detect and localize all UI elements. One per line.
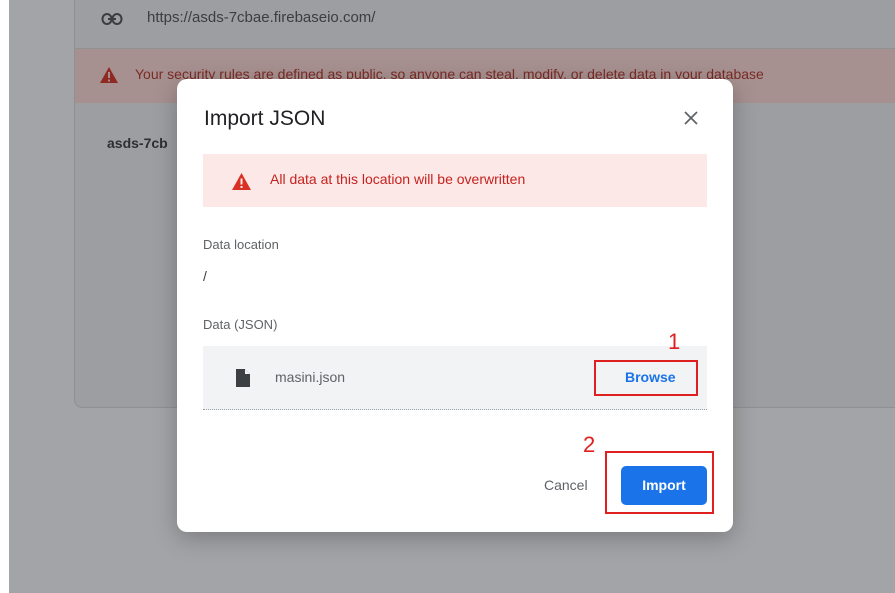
alert-text: All data at this location will be overwr… <box>270 171 526 187</box>
annotation-step-2: 2 <box>583 432 596 457</box>
dialog-title: Import JSON <box>204 107 326 130</box>
annotation-box-browse <box>594 360 698 396</box>
warning-icon <box>100 67 118 83</box>
link-icon <box>101 13 123 25</box>
data-location-label: Data location <box>203 237 279 252</box>
warning-icon <box>232 173 251 190</box>
database-root-name[interactable]: asds-7cb <box>107 135 168 151</box>
annotation-box-import <box>605 451 714 514</box>
file-icon <box>236 369 250 387</box>
import-json-dialog: Import JSON All data at this location wi… <box>177 79 733 532</box>
left-edge <box>0 0 9 593</box>
database-url-row: https://asds-7cbae.firebaseio.com/ <box>75 0 895 49</box>
selected-file-name: masini.json <box>275 369 346 385</box>
database-url[interactable]: https://asds-7cbae.firebaseio.com/ <box>147 9 375 26</box>
overwrite-alert: All data at this location will be overwr… <box>203 154 707 207</box>
close-icon[interactable] <box>677 104 705 132</box>
annotation-step-1: 1 <box>668 329 681 354</box>
cancel-button[interactable]: Cancel <box>544 477 588 493</box>
data-json-label: Data (JSON) <box>203 317 278 332</box>
data-location-value: / <box>203 268 207 284</box>
